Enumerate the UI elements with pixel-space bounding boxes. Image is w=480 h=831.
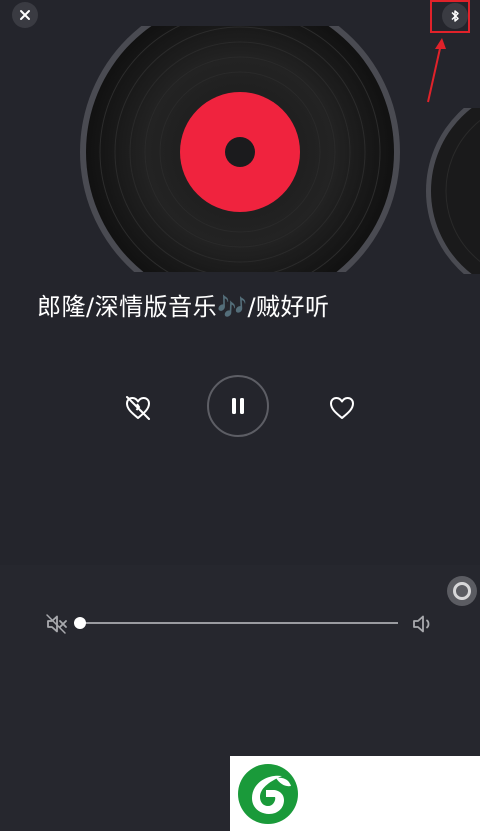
volume-icon [413,615,430,633]
volume-slider-thumb[interactable] [74,617,86,629]
heart-icon [330,397,354,419]
mute-button[interactable] [44,611,70,637]
disc-center-hole [225,137,255,167]
pause-icon [232,398,244,414]
song-title-marquee: 郎隆/深情版音乐🎶/贼好听 [0,290,480,326]
song-title: 郎隆/深情版音乐🎶/贼好听 [37,293,330,321]
pause-button[interactable] [207,375,269,437]
close-icon [20,10,30,20]
close-button[interactable] [12,2,38,28]
assistive-touch-button[interactable] [447,576,477,606]
highlight-box [430,0,470,33]
annotation-arrow [427,38,446,103]
mute-icon [46,614,67,634]
next-vinyl-disc [426,108,480,274]
like-button[interactable] [324,390,360,426]
volume-slider-track[interactable] [80,622,398,624]
dislike-button[interactable] [120,390,156,426]
volume-up-button[interactable] [410,611,436,637]
assistive-touch-icon [453,582,471,600]
leaf-logo [238,764,298,824]
vinyl-disc [80,26,400,272]
heart-off-icon [126,396,150,420]
watermark-logo-panel [230,756,480,831]
